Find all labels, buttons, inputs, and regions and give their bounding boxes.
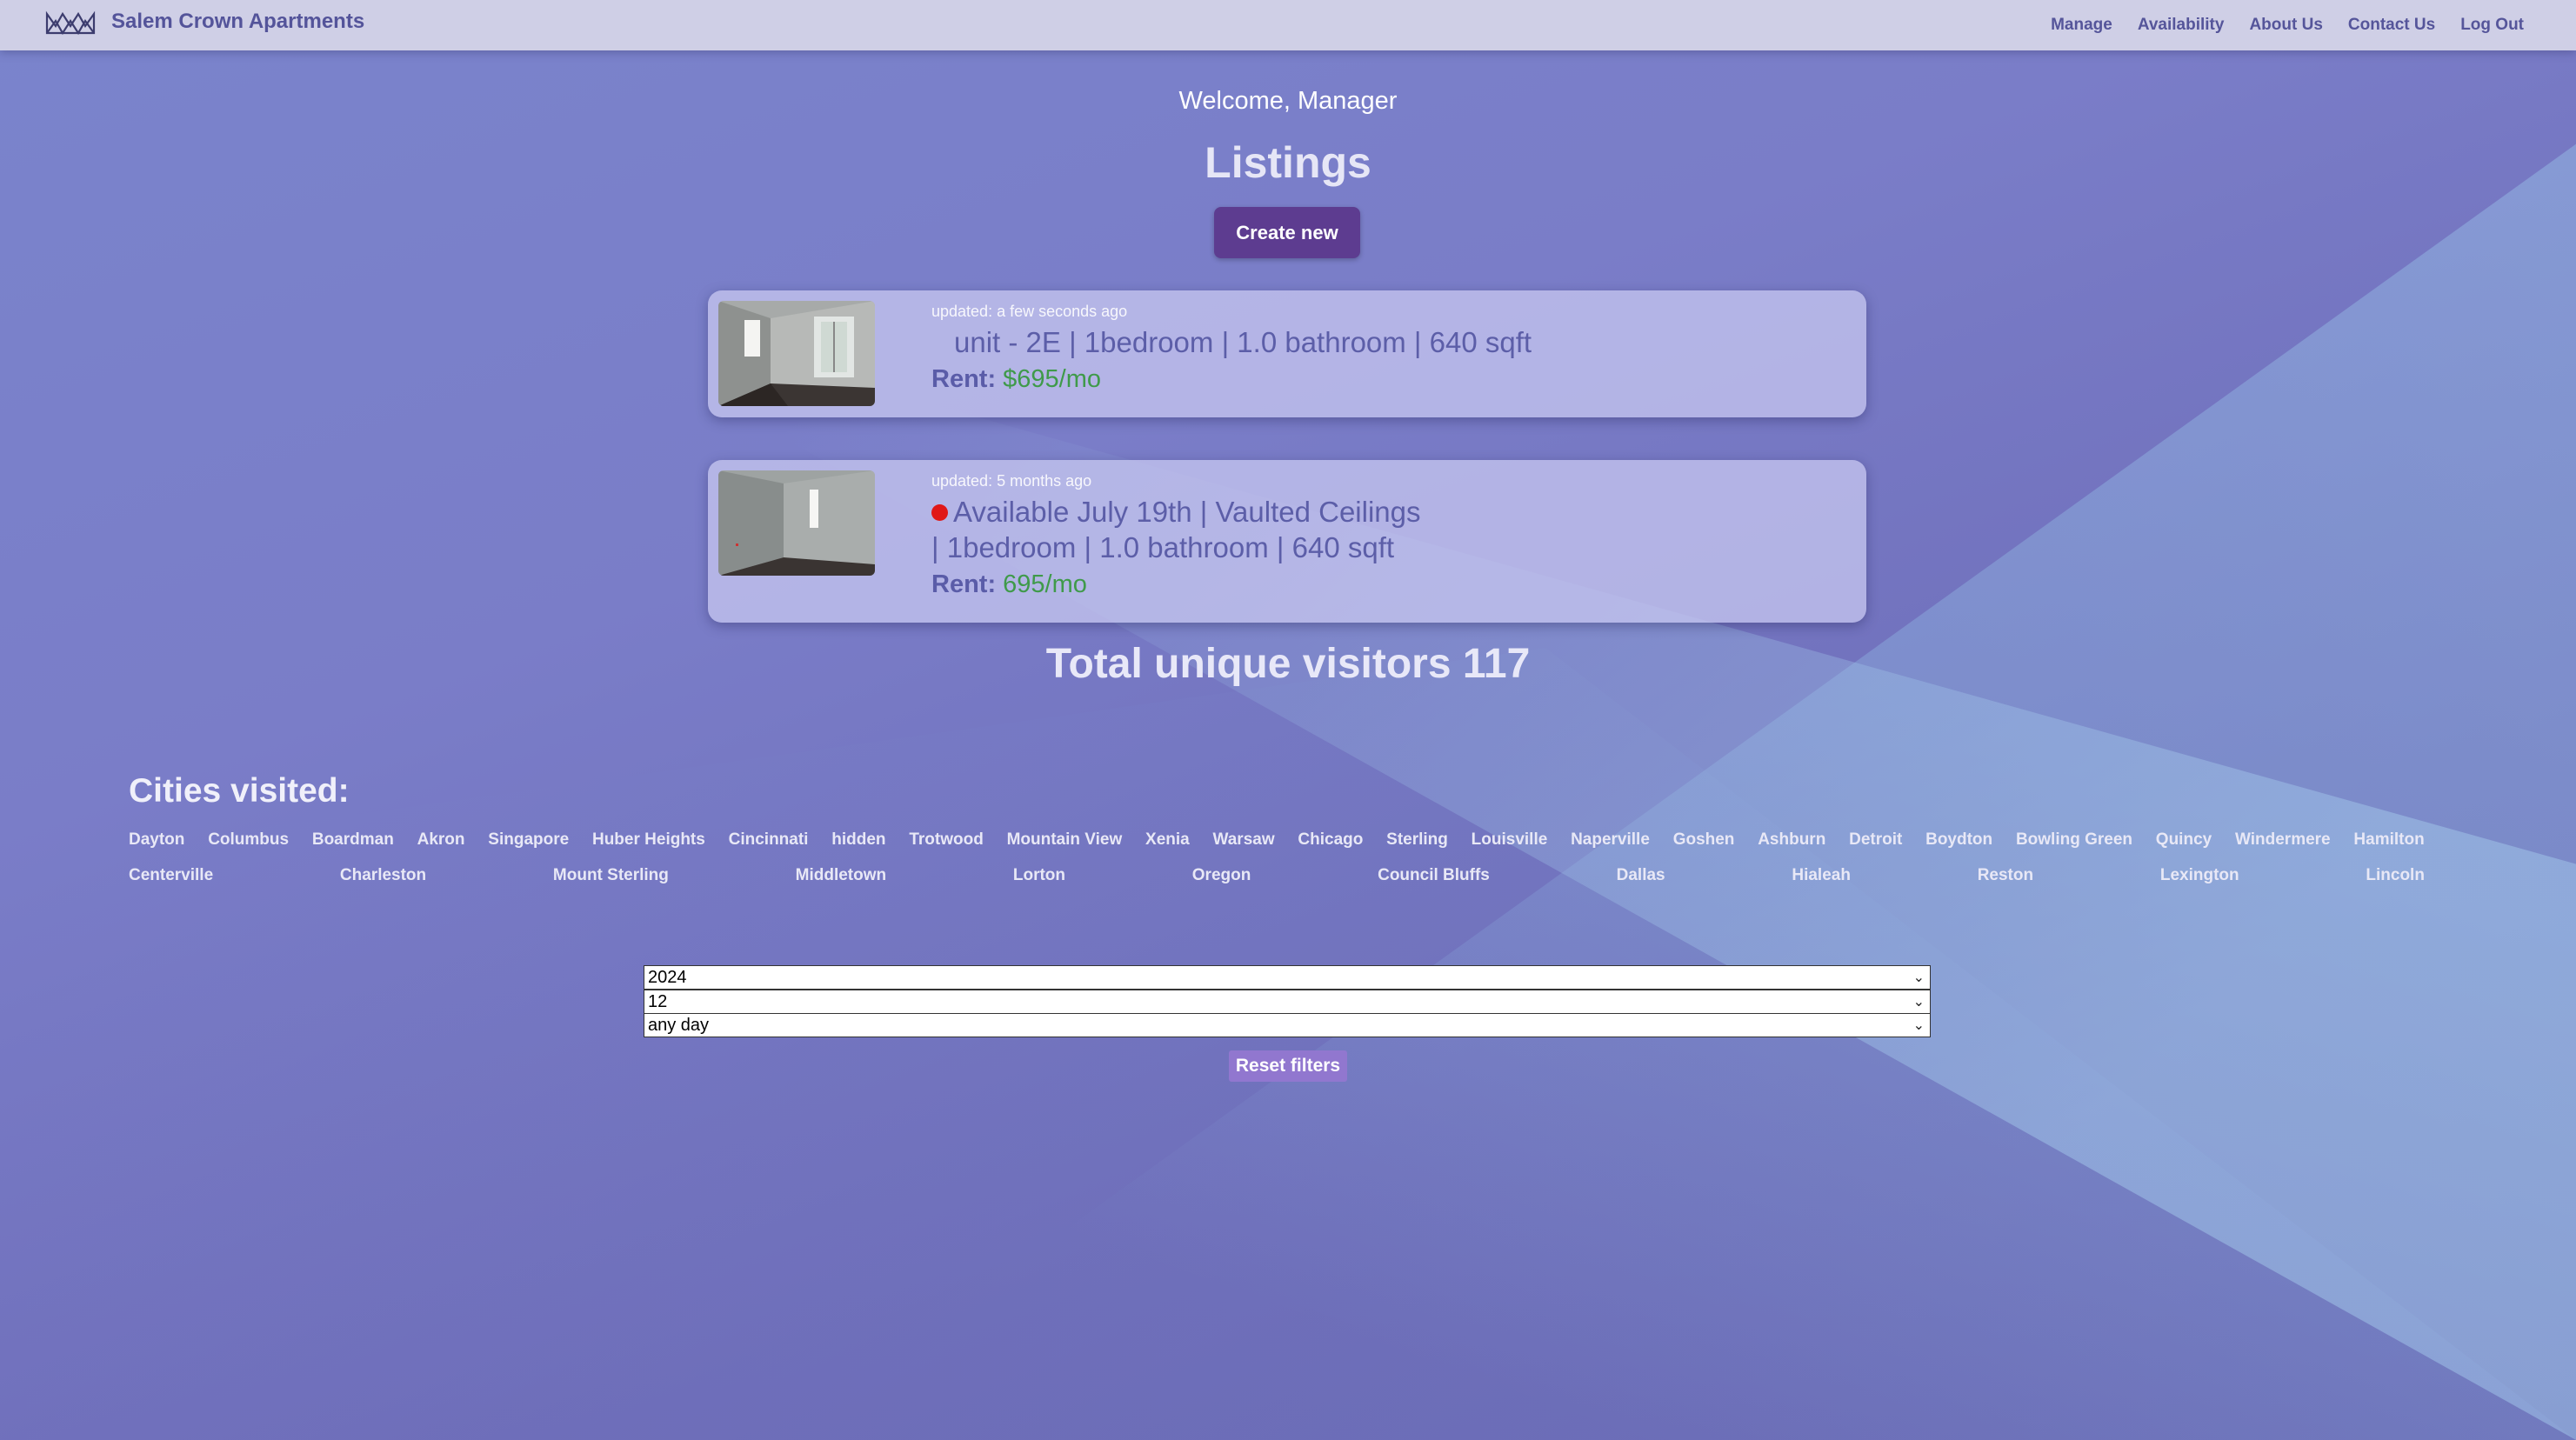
updated-timestamp: updated: a few seconds ago	[931, 303, 1128, 320]
city-item: Mountain View	[1006, 830, 1123, 849]
city-item: Goshen	[1672, 830, 1735, 849]
city-item: Lincoln	[2366, 866, 2425, 884]
year-select[interactable]: 2024 ⌄	[644, 965, 1931, 990]
listing-card[interactable]: updated: a few seconds ago unit - 2E | 1…	[708, 290, 1866, 417]
create-new-button[interactable]: Create new	[1214, 207, 1360, 258]
listing-photo[interactable]	[718, 470, 875, 576]
city-item: Charleston	[339, 866, 427, 884]
nav-link-contact-us[interactable]: Contact Us	[2348, 16, 2435, 35]
city-item: hidden	[831, 830, 886, 849]
city-item: Singapore	[488, 830, 570, 849]
top-navbar: Salem Crown Apartments Manage Availabili…	[0, 0, 2576, 50]
page-title: Listings	[1205, 138, 1371, 187]
city-item: Louisville	[1471, 830, 1548, 849]
city-item: Bowling Green	[2015, 830, 2133, 849]
day-select[interactable]: any day ⌄	[644, 1013, 1931, 1037]
city-item: Sterling	[1386, 830, 1448, 849]
city-item: Mount Sterling	[552, 866, 669, 884]
chevron-down-icon: ⌄	[1912, 995, 1925, 1010]
chevron-down-icon: ⌄	[1912, 970, 1925, 985]
city-item: Detroit	[1849, 830, 1903, 849]
rent-line: Rent: $695/mo	[931, 365, 1849, 394]
rent-label: Rent:	[931, 365, 997, 393]
city-item: Ashburn	[1758, 830, 1826, 849]
city-item: Council Bluffs	[1378, 866, 1490, 884]
city-item: Oregon	[1191, 866, 1251, 884]
year-select-value: 2024	[648, 967, 687, 987]
reset-filters-button[interactable]: Reset filters	[1229, 1050, 1347, 1082]
nav-link-manage[interactable]: Manage	[2051, 16, 2112, 35]
city-item: Columbus	[208, 830, 290, 849]
welcome-text: Welcome, Manager	[1178, 87, 1398, 115]
chevron-down-icon: ⌄	[1912, 1018, 1925, 1033]
cities-row-1: Dayton Columbus Boardman Akron Singapore Hube…	[129, 830, 2425, 850]
rent-line: Rent: 695/mo	[931, 570, 1849, 599]
listing-title-line2: | 1bedroom | 1.0 bathroom | 640 sqft	[931, 531, 1395, 563]
updated-timestamp: updated: 5 months ago	[931, 472, 1092, 490]
day-select-value: any day	[648, 1015, 710, 1035]
city-item: Quincy	[2155, 830, 2212, 849]
listing-title-line1: Available July 19th | Vaulted Ceilings	[953, 496, 1421, 528]
nav-links: Manage Availability About Us Contact Us …	[2025, 0, 2524, 50]
total-visitors: Total unique visitors 117	[1045, 641, 1531, 687]
nav-link-log-out[interactable]: Log Out	[2460, 16, 2524, 35]
listing-title[interactable]: unit - 2E | 1bedroom | 1.0 bathroom | 64…	[931, 324, 1849, 360]
main-content: Welcome, Manager Listings Create new upd…	[0, 0, 2576, 1440]
listing-photo[interactable]	[718, 301, 875, 406]
listing-details: updated: 5 months ago Available July 19t…	[931, 472, 1849, 599]
city-item: Huber Heights	[591, 830, 705, 849]
cities-row-2: Centerville Charleston Mount Sterling Middl…	[129, 866, 2425, 885]
city-item: Windermere	[2234, 830, 2331, 849]
city-item: Centerville	[129, 866, 214, 884]
status-dot-icon	[931, 503, 948, 521]
listing-card[interactable]: updated: 5 months ago Available July 19t…	[708, 460, 1866, 623]
brand[interactable]: Salem Crown Apartments	[45, 5, 364, 38]
city-item: Hamilton	[2353, 830, 2425, 849]
crown-logo-icon	[45, 10, 96, 36]
city-item: Dallas	[1616, 866, 1665, 884]
month-select-value: 12	[648, 991, 668, 1011]
city-item: Reston	[1977, 866, 2034, 884]
city-item: Dayton	[129, 830, 185, 849]
listing-title[interactable]: Available July 19th | Vaulted Ceilings |…	[931, 494, 1849, 565]
city-item: Middletown	[795, 866, 887, 884]
city-item: Akron	[417, 830, 465, 849]
city-item: Chicago	[1298, 830, 1364, 849]
city-item: Xenia	[1145, 830, 1190, 849]
city-item: Boydton	[1925, 830, 1993, 849]
rent-value: $695/mo	[1003, 365, 1102, 393]
month-select[interactable]: 12 ⌄	[644, 990, 1931, 1014]
listing-title-text: unit - 2E | 1bedroom | 1.0 bathroom | 64…	[954, 326, 1532, 358]
city-item: Boardman	[311, 830, 394, 849]
nav-link-about-us[interactable]: About Us	[2249, 16, 2322, 35]
rent-value: 695/mo	[1003, 570, 1087, 598]
city-item: Naperville	[1571, 830, 1650, 849]
listing-details: updated: a few seconds ago unit - 2E | 1…	[931, 303, 1849, 394]
brand-name: Salem Crown Apartments	[111, 10, 365, 33]
city-item: Warsaw	[1212, 830, 1275, 849]
city-item: Lexington	[2159, 866, 2239, 884]
city-item: Hialeah	[1792, 866, 1851, 884]
city-item: Lorton	[1012, 866, 1066, 884]
city-item: Trotwood	[909, 830, 984, 849]
nav-link-availability[interactable]: Availability	[2138, 16, 2225, 35]
city-item: Cincinnati	[728, 830, 809, 849]
rent-label: Rent:	[931, 570, 997, 598]
cities-title: Cities visited:	[129, 772, 350, 810]
